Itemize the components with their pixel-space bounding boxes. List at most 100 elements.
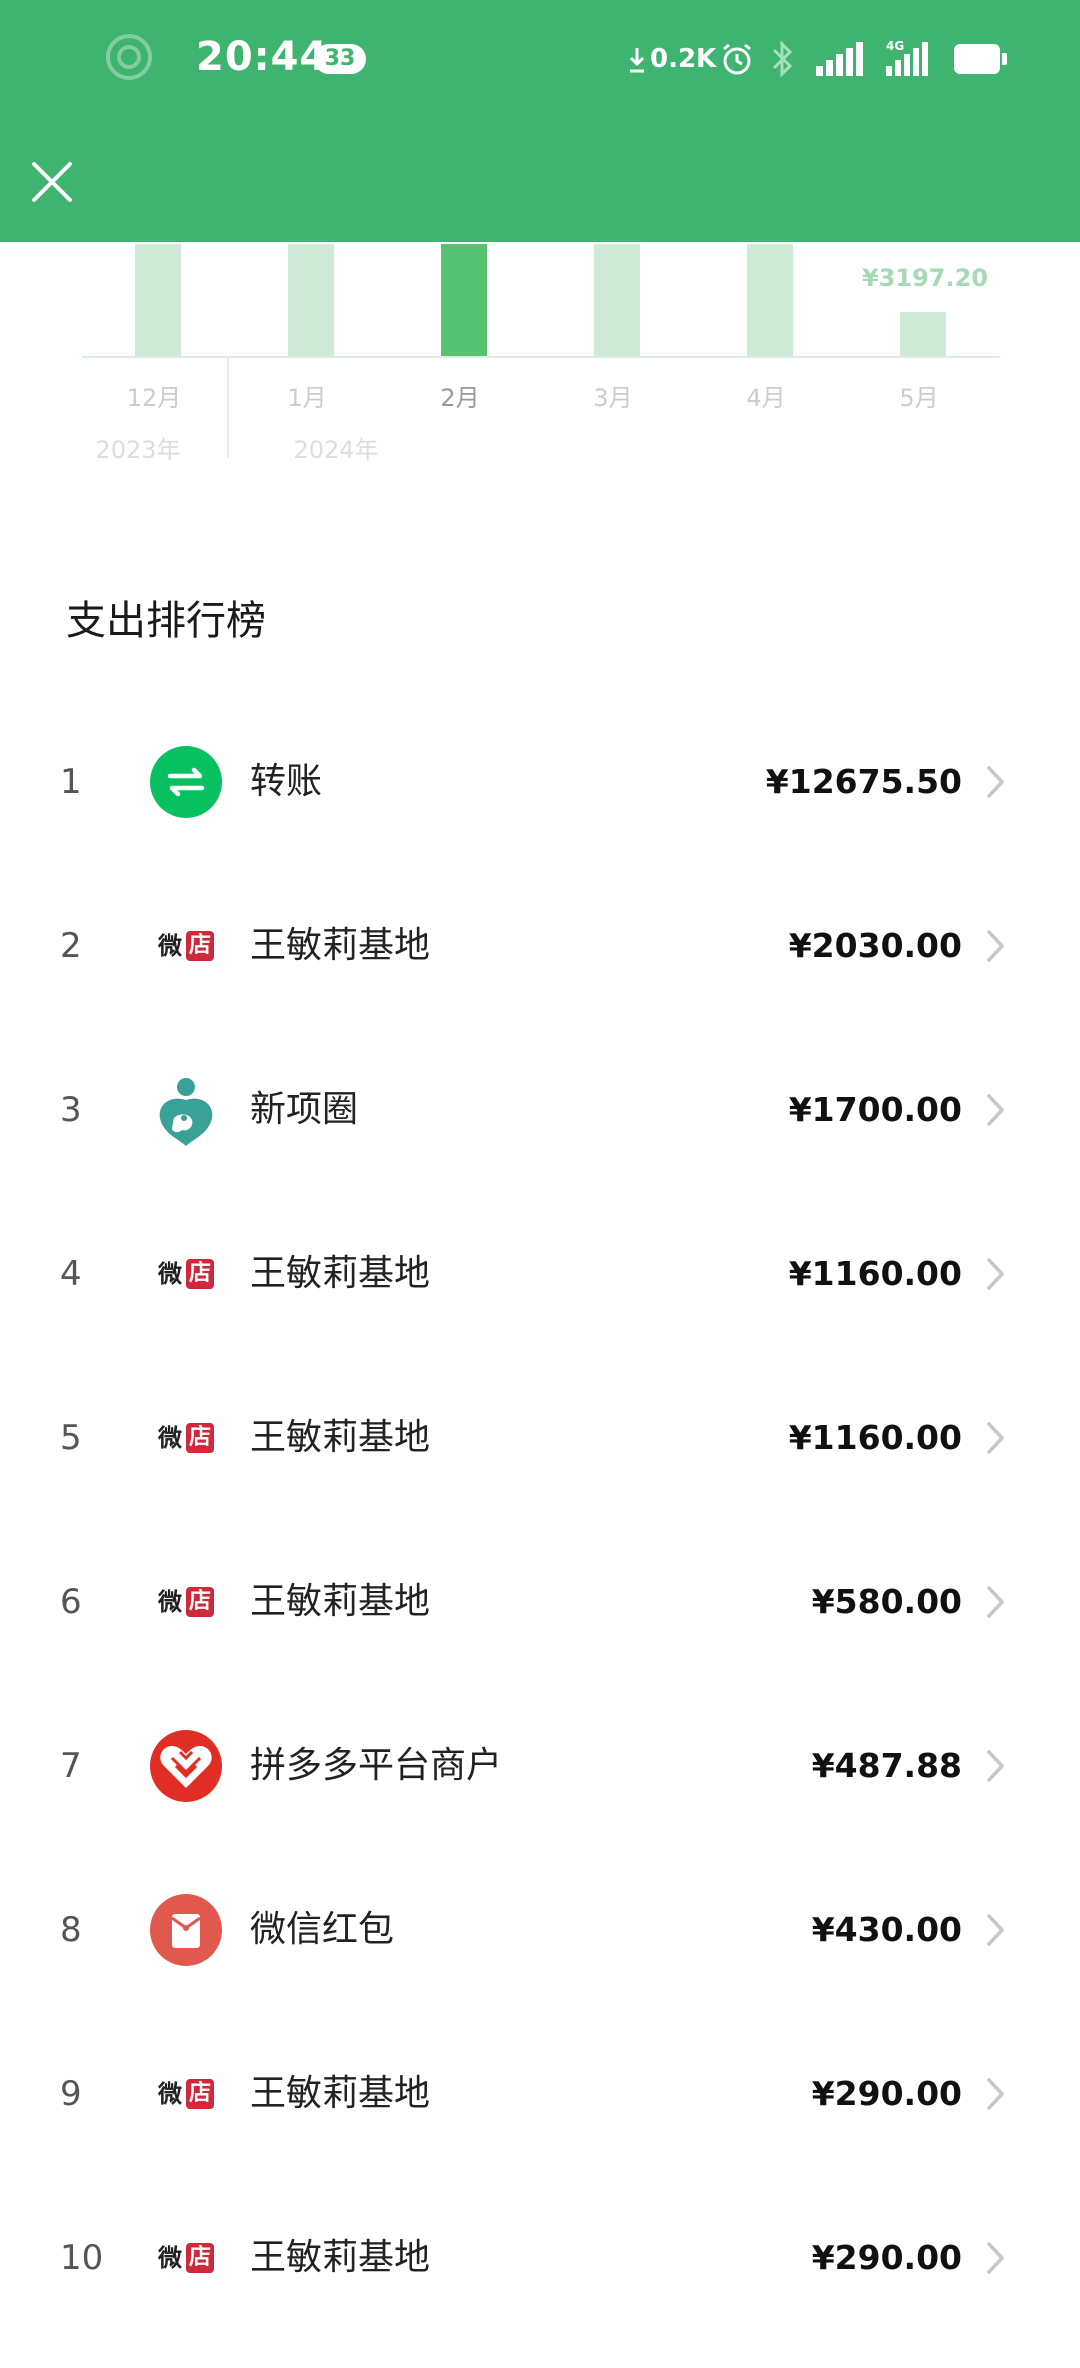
weidian-text: 店 [186,2243,214,2273]
weidian-icon: 微店 [158,1587,214,1617]
expense-amount: ¥1160.00 [788,1418,962,1457]
rank-number: 2 [60,926,82,966]
merchant-name: 王敏莉基地 [250,1581,431,1622]
rank-number: 3 [60,1090,82,1130]
ranking-row[interactable]: 7 拼多多平台商户 ¥487.88 [0,1712,1080,1876]
close-icon[interactable] [26,156,78,208]
chevron-right-icon [987,1422,1004,1454]
battery-icon [954,44,1007,74]
expense-amount: ¥290.00 [811,2238,962,2277]
merchant-name: 微信红包 [250,1909,395,1950]
merchant-icon: 微店 [150,1566,222,1638]
expense-amount: ¥290.00 [811,2074,962,2113]
rank-number: 8 [60,1910,82,1950]
chevron-right-icon [987,1094,1004,1126]
chart-bar-5[interactable] [747,244,793,356]
chart-month-label: 2月 [440,384,479,412]
status-time: 20:44 [196,34,329,80]
weidian-text: 店 [186,2079,214,2109]
rank-number: 5 [60,1418,82,1458]
chevron-right-icon [987,2078,1004,2110]
monthly-expense-chart: 12月 1月 2月 3月 4月 5月 2023年 2024年 ¥3197.20 [0,242,1080,472]
chevron-right-icon [987,1750,1004,1782]
rank-number: 9 [60,2074,82,2114]
chart-bar-2[interactable] [288,244,334,356]
ranking-row[interactable]: 10 微店 王敏莉基地 ¥290.00 [0,2204,1080,2368]
ranking-row[interactable]: 6 微店 王敏莉基地 ¥580.00 [0,1548,1080,1712]
weidian-icon: 微店 [158,1423,214,1453]
chart-svg: 12月 1月 2月 3月 4月 5月 2023年 2024年 ¥3197.20 [82,244,1000,464]
chart-year-label: 2024年 [293,436,378,464]
weidian-text: 微 [158,1424,182,1452]
chart-year-label: 2023年 [95,436,180,464]
signal-4g-icon: 4G [886,39,928,76]
signal-icon [816,42,863,76]
chevron-right-icon [987,766,1004,798]
merchant-icon [150,746,222,818]
merchant-name: 王敏莉基地 [250,2073,431,2114]
ranking-row[interactable]: 2 微店 王敏莉基地 ¥2030.00 [0,892,1080,1056]
expense-amount: ¥12675.50 [765,762,962,801]
ranking-row[interactable]: 5 微店 王敏莉基地 ¥1160.00 [0,1384,1080,1548]
weidian-icon: 微店 [158,931,214,961]
merchant-icon [150,1730,222,1802]
weidian-text: 店 [186,1587,214,1617]
net-speed: 0.2K [650,44,717,74]
chart-month-label: 12月 [127,384,182,412]
ranking-row[interactable]: 3 新项圈 ¥1700.00 [0,1056,1080,1220]
rank-number: 4 [60,1254,82,1294]
merchant-icon [150,1074,222,1146]
weidian-text: 店 [186,1423,214,1453]
red-packet-icon [150,1894,222,1966]
chart-bar-3[interactable] [441,244,487,356]
merchant-icon: 微店 [150,910,222,982]
chart-month-label: 3月 [593,384,632,412]
expense-amount: ¥2030.00 [788,926,962,965]
pinduoduo-icon [150,1730,222,1802]
ranking-row[interactable]: 4 微店 王敏莉基地 ¥1160.00 [0,1220,1080,1384]
expense-amount: ¥1700.00 [788,1090,962,1129]
chart-bar-4[interactable] [594,244,640,356]
chevron-right-icon [987,1258,1004,1290]
rank-number: 10 [60,2238,104,2278]
merchant-name: 拼多多平台商户 [250,1745,503,1786]
weidian-text: 微 [158,2244,182,2272]
chart-month-label: 1月 [287,384,326,412]
alarm-icon [723,43,751,75]
chevron-right-icon [987,1914,1004,1946]
weidian-icon: 微店 [158,2079,214,2109]
ranking-row[interactable]: 8 微信红包 ¥430.00 [0,1876,1080,2040]
merchant-name: 转账 [250,761,323,802]
ranking-row[interactable]: 9 微店 王敏莉基地 ¥290.00 [0,2040,1080,2204]
merchant-name: 王敏莉基地 [250,2237,431,2278]
transfer-icon [150,746,222,818]
chart-month-label: 4月 [746,384,785,412]
notification-badge: 33 [314,44,366,74]
weidian-text: 店 [186,1259,214,1289]
merchant-icon: 微店 [150,1402,222,1474]
rank-number: 7 [60,1746,82,1786]
merchant-icon: 微店 [150,2222,222,2294]
chart-bar-1[interactable] [135,244,181,356]
weidian-text: 微 [158,2080,182,2108]
weidian-text: 微 [158,1588,182,1616]
ranking-row[interactable]: 1 转账 ¥12675.50 [0,728,1080,892]
mother-child-logo-icon [159,1078,213,1146]
merchant-icon [150,1894,222,1966]
rank-number: 6 [60,1582,82,1622]
header-bar: 20:44 33 0.2K 4G [0,0,1080,242]
weidian-icon: 微店 [158,1259,214,1289]
merchant-icon: 微店 [150,1238,222,1310]
chart-bar-6[interactable] [900,312,946,356]
chevron-right-icon [987,930,1004,962]
expense-amount: ¥1160.00 [788,1254,962,1293]
weidian-text: 微 [158,1260,182,1288]
merchant-name: 王敏莉基地 [250,925,431,966]
status-bar: 20:44 33 0.2K 4G [0,0,1080,120]
expense-amount: ¥580.00 [811,1582,962,1621]
bluetooth-icon [772,40,793,78]
merchant-name: 王敏莉基地 [250,1417,431,1458]
download-arrow-icon [629,48,645,73]
ranking-title: 支出排行榜 [66,598,266,644]
merchant-icon: 微店 [150,2058,222,2130]
